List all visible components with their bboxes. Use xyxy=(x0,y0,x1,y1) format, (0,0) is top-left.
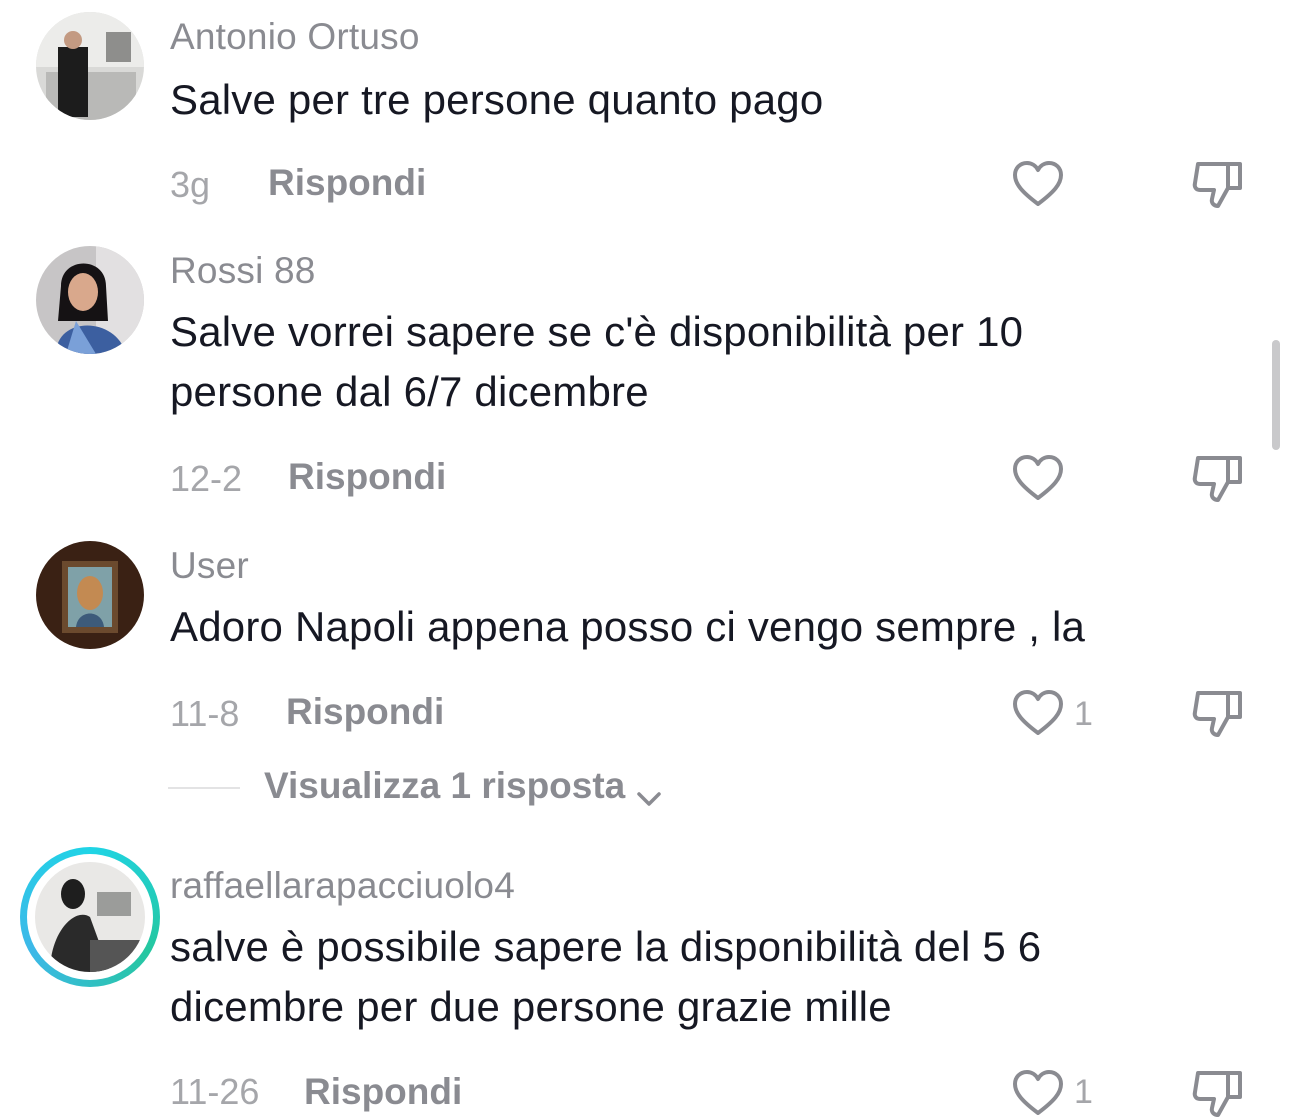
avatar[interactable] xyxy=(36,541,144,649)
comment-text: Adoro Napoli appena posso ci vengo sempr… xyxy=(170,603,1086,650)
comment-username[interactable]: Rossi 88 xyxy=(170,250,316,292)
comment-item: Rossi 88 Salve vorrei sapere se c'è disp… xyxy=(0,240,1290,535)
comment-date: 11-8 xyxy=(170,693,240,734)
heart-outline-icon[interactable] xyxy=(1012,454,1064,502)
like-count: 1 xyxy=(1074,1073,1093,1111)
heart-outline-icon[interactable] xyxy=(1012,1069,1064,1117)
comment-item: User Adoro Napoli appena posso ci vengo … xyxy=(0,535,1290,835)
reply-button[interactable]: Rispondi xyxy=(286,691,444,733)
reply-button[interactable]: Rispondi xyxy=(268,162,426,204)
comment-date: 11-26 xyxy=(170,1071,260,1112)
view-replies-label: Visualizza 1 risposta xyxy=(264,765,626,806)
comment-username[interactable]: User xyxy=(170,545,249,587)
avatar-image xyxy=(35,862,145,972)
comment-text: salve è possibile sapere la disponibilit… xyxy=(170,923,1042,1030)
heart-outline-icon[interactable] xyxy=(1012,689,1064,737)
reply-button[interactable]: Rispondi xyxy=(304,1071,462,1113)
comment-date: 3g xyxy=(170,164,211,205)
scrollbar[interactable] xyxy=(1272,340,1280,450)
chevron-down-icon xyxy=(635,776,663,806)
avatar[interactable] xyxy=(36,246,144,354)
comment-date: 12-2 xyxy=(170,458,243,499)
reply-button[interactable]: Rispondi xyxy=(288,456,446,498)
thumbs-down-icon[interactable] xyxy=(1190,1067,1246,1119)
divider xyxy=(168,787,240,789)
comment-username[interactable]: Antonio Ortuso xyxy=(170,16,420,58)
comment-username[interactable]: raffaellarapacciuolo4 xyxy=(170,865,515,907)
thumbs-down-icon[interactable] xyxy=(1190,452,1246,504)
heart-outline-icon[interactable] xyxy=(1012,160,1064,208)
thumbs-down-icon[interactable] xyxy=(1190,687,1246,739)
comment-text: Salve per tre persone quanto pago xyxy=(170,76,824,123)
avatar[interactable] xyxy=(20,847,160,987)
thumbs-down-icon[interactable] xyxy=(1190,158,1246,210)
view-replies-button[interactable]: Visualizza 1 risposta xyxy=(264,765,663,807)
comment-text: Salve vorrei sapere se c'è disponibilità… xyxy=(170,308,1024,415)
comment-item: Antonio Ortuso Salve per tre persone qua… xyxy=(0,0,1290,240)
like-count: 1 xyxy=(1074,695,1093,733)
comment-item: raffaellarapacciuolo4 salve è possibile … xyxy=(0,835,1290,1117)
avatar[interactable] xyxy=(36,12,144,120)
